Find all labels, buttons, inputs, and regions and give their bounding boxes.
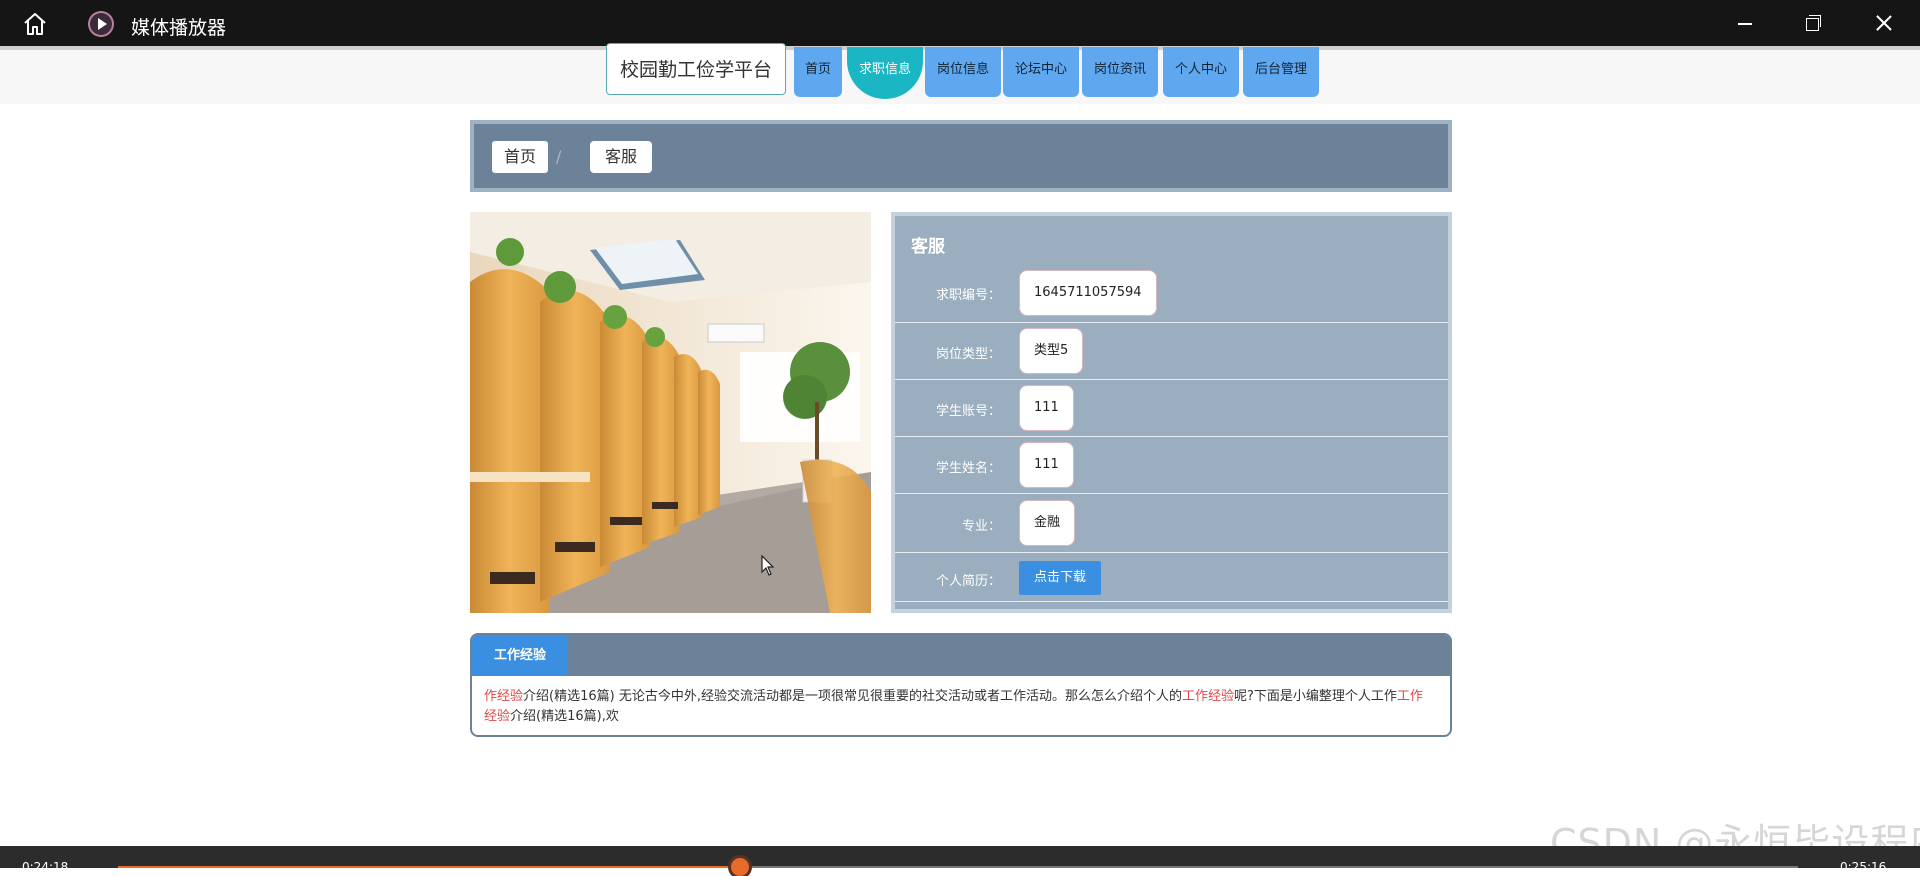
minimize-button[interactable] <box>1735 12 1757 34</box>
field-label: 个人简历： <box>935 574 1001 589</box>
nav-forum[interactable]: 论坛中心 <box>1003 47 1079 97</box>
keyword-highlight[interactable]: 工作经验 <box>1182 689 1234 704</box>
elapsed-time: 0:24:18 <box>22 860 69 874</box>
text-segment: 介绍(精选16篇),欢 <box>510 709 619 724</box>
nav-job-news[interactable]: 岗位资讯 <box>1082 47 1158 97</box>
breadcrumb-current: 客服 <box>590 141 653 173</box>
download-resume-button[interactable]: 点击下载 <box>1019 561 1102 595</box>
breadcrumb-separator: / <box>556 147 562 166</box>
keyword-highlight[interactable]: 作经验 <box>484 689 523 704</box>
field-row-job-type: 岗位类型： 类型5 <box>895 323 1448 380</box>
field-row-job-id: 求职编号： 1645711057594 <box>895 264 1448 323</box>
field-value: 金融 <box>1019 500 1076 546</box>
text-segment: 介绍(精选16篇) 无论古今中外,经验交流活动都是一项很常见很重要的社交活动或者… <box>523 689 1182 704</box>
field-label: 学生账号： <box>935 404 1001 419</box>
nav-positions[interactable]: 岗位信息 <box>925 47 1001 97</box>
restore-button[interactable] <box>1804 12 1826 34</box>
tab-work-experience[interactable]: 工作经验 <box>472 635 568 676</box>
work-experience-card: 工作经验 作经验介绍(精选16篇) 无论古今中外,经验交流活动都是一项很常见很重… <box>470 633 1452 737</box>
job-photo <box>470 212 871 613</box>
home-icon[interactable] <box>22 11 48 37</box>
field-label: 求职编号： <box>935 288 1001 303</box>
detail-title: 客服 <box>911 237 945 257</box>
field-value: 111 <box>1019 442 1074 488</box>
field-row-student-name: 学生姓名： 111 <box>895 437 1448 494</box>
field-label: 岗位类型： <box>935 347 1001 362</box>
field-value: 111 <box>1019 385 1074 431</box>
field-value: 1645711057594 <box>1019 270 1157 316</box>
nav-personal-center[interactable]: 个人中心 <box>1163 47 1239 97</box>
field-label: 专业： <box>961 519 1001 534</box>
close-button[interactable] <box>1873 12 1895 34</box>
job-detail-panel: 客服 求职编号： 1645711057594 岗位类型： 类型5 学生账号： 1… <box>891 212 1452 613</box>
field-value: 类型5 <box>1019 328 1084 374</box>
total-time: 0:25:16 <box>1840 860 1887 874</box>
card-header: 工作经验 <box>472 635 1450 676</box>
seek-handle[interactable] <box>730 858 749 876</box>
media-player-titlebar: 媒体播放器 <box>0 0 1920 46</box>
field-label: 学生姓名： <box>935 461 1001 476</box>
field-row-student-account: 学生账号： 111 <box>895 380 1448 437</box>
media-player-icon <box>88 11 114 37</box>
field-row-major: 专业： 金融 <box>895 494 1448 553</box>
field-row-resume: 个人简历： 点击下载 <box>895 553 1448 602</box>
window-title: 媒体播放器 <box>131 17 227 39</box>
text-segment: 呢?下面是小编整理个人工作 <box>1233 689 1397 704</box>
breadcrumb-home[interactable]: 首页 <box>492 141 549 173</box>
breadcrumb: 首页 / 客服 <box>470 120 1452 192</box>
nav-admin[interactable]: 后台管理 <box>1243 47 1319 97</box>
nav-home[interactable]: 首页 <box>794 47 842 97</box>
site-brand[interactable]: 校园勤工俭学平台 <box>606 43 786 95</box>
playback-bar: 0:24:18 0:25:16 <box>0 846 1920 876</box>
mouse-cursor-icon <box>761 555 775 576</box>
experience-text: 作经验介绍(精选16篇) 无论古今中外,经验交流活动都是一项很常见很重要的社交活… <box>484 687 1434 727</box>
